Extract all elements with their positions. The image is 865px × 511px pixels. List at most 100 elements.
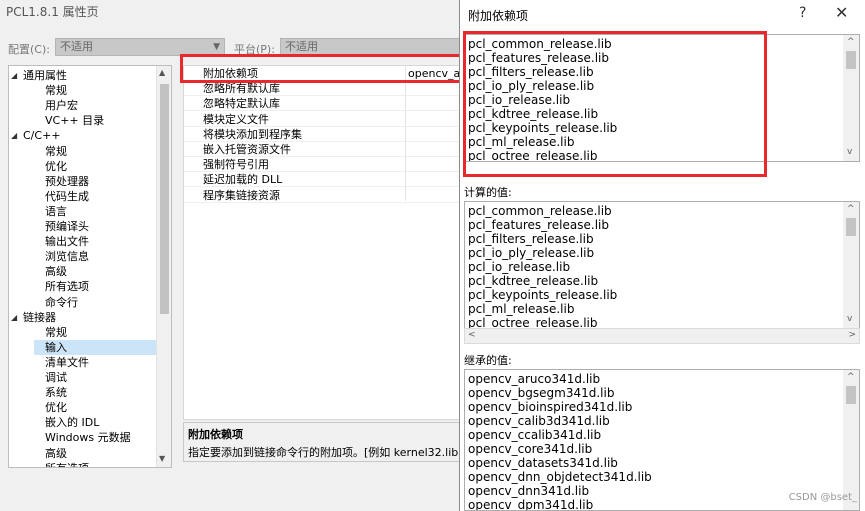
tree-item[interactable]: 输出文件	[34, 234, 156, 249]
tree-item[interactable]: 预处理器	[34, 174, 156, 189]
tree-item-label: 优化	[45, 159, 67, 173]
watermark: CSDN @bset_	[788, 492, 857, 503]
category-tree[interactable]: ◢ 通用属性 常规 用户宏 VC++ 目录 ◢ C/C++ 常规 优化 预处理器 代码生成 语言 预编译…	[8, 65, 172, 468]
expand-icon[interactable]: ◢	[11, 310, 21, 325]
tree-item[interactable]: 常规	[34, 325, 156, 340]
property-row[interactable]: 程序集链接资源	[184, 188, 462, 203]
tree-item[interactable]: 语言	[34, 204, 156, 219]
platform-label: 平台(P):	[234, 43, 275, 56]
property-name: 延迟加载的 DLL	[203, 173, 283, 187]
scroll-up-icon[interactable]: ▲	[159, 68, 165, 77]
property-row[interactable]: 强制符号引用	[184, 157, 462, 173]
property-row[interactable]: 忽略所有默认库	[184, 81, 462, 97]
property-row[interactable]: 延迟加载的 DLL	[184, 172, 462, 188]
tree-item[interactable]: 代码生成	[34, 189, 156, 204]
scrollbar-thumb[interactable]	[846, 51, 856, 69]
description-text: 指定要添加到链接命令行的附加项。[例如 kernel32.lib]	[188, 446, 463, 459]
tree-item[interactable]: 调试	[34, 370, 156, 385]
tree-item[interactable]: 高级	[34, 264, 156, 279]
property-row[interactable]: 嵌入托管资源文件	[184, 142, 462, 157]
tree-item[interactable]: 所有选项	[34, 461, 156, 467]
help-icon[interactable]: ?	[799, 5, 806, 21]
dependency-line[interactable]: pcl_common_release.lib	[465, 37, 859, 51]
scroll-up-icon[interactable]: ^	[847, 37, 855, 47]
tree-item[interactable]: 优化	[34, 400, 156, 415]
tree-item[interactable]: ◢ C/C++	[11, 128, 156, 143]
property-row[interactable]: 将模块添加到程序集	[184, 127, 462, 142]
tree-item-label: 预编译头	[45, 220, 89, 233]
scroll-down-icon[interactable]: v	[847, 147, 852, 157]
dependency-line[interactable]: pcl_kdtree_release.lib	[465, 107, 859, 121]
tree-item[interactable]: 高级	[34, 446, 156, 461]
scrollbar-thumb[interactable]	[160, 84, 169, 314]
tree-item-label: 优化	[45, 401, 67, 415]
scrollbar-thumb[interactable]	[846, 218, 856, 236]
computed-hscrollbar[interactable]: < >	[464, 328, 860, 344]
tree-item[interactable]: 常规	[34, 144, 156, 159]
computed-line: pcl_features_release.lib	[468, 218, 609, 232]
edit-scrollbar[interactable]: ^ v	[843, 35, 859, 161]
dialog-title: 附加依赖项	[468, 9, 529, 23]
tree-item-label: 代码生成	[45, 189, 89, 203]
dependency-line[interactable]: pcl_octree_release.lib	[465, 149, 859, 161]
property-row[interactable]: 模块定义文件	[184, 112, 462, 127]
tree-item-label: 浏览信息	[45, 250, 89, 264]
tree-item[interactable]: 优化	[34, 159, 156, 174]
tree-item[interactable]: 常规	[34, 83, 156, 98]
scroll-up-icon[interactable]: ^	[847, 204, 855, 214]
tree-item-label: 高级	[45, 265, 67, 279]
dependency-line[interactable]: pcl_keypoints_release.lib	[465, 121, 859, 135]
tree-item[interactable]: 预编译头	[34, 219, 156, 234]
dependency-line[interactable]: pcl_features_release.lib	[465, 51, 859, 65]
inherited-scrollbar[interactable]: ^	[843, 370, 859, 510]
dependency-line[interactable]: pcl_io_ply_release.lib	[465, 79, 859, 93]
tree-item[interactable]: 系统	[34, 385, 156, 400]
tree-item[interactable]: 所有选项	[34, 279, 156, 294]
dependency-line[interactable]: pcl_ml_release.lib	[465, 135, 859, 149]
computed-values-list: pcl_common_release.lib pcl_features_relea…	[464, 201, 860, 329]
computed-values-label: 计算的值:	[464, 186, 512, 199]
tree-item-label: 常规	[45, 84, 67, 98]
config-combo[interactable]: 不适用 ▼	[55, 38, 225, 56]
computed-line: pcl_common_release.lib	[468, 204, 612, 218]
expand-icon[interactable]: ◢	[11, 128, 21, 143]
tree-item[interactable]: 命令行	[34, 295, 156, 310]
tree-item[interactable]: ◢ 链接器	[11, 310, 156, 325]
property-row[interactable]: 忽略特定默认库	[184, 96, 462, 112]
dependencies-edit-box[interactable]: pcl_common_release.lib pcl_features_relea…	[464, 34, 860, 162]
tree-item[interactable]: 清单文件	[34, 355, 156, 370]
tree-item[interactable]: 嵌入的 IDL	[34, 415, 156, 430]
tree-item-label: 清单文件	[45, 355, 89, 369]
platform-combo[interactable]: 不适用	[280, 38, 460, 56]
scroll-down-icon[interactable]: ▼	[159, 454, 165, 463]
tree-item-label: 命令行	[45, 295, 78, 309]
property-row[interactable]: 附加依赖项 opencv_a	[184, 66, 462, 81]
tree-item-label: 系统	[45, 386, 67, 400]
tree-item[interactable]: 用户宏	[34, 98, 156, 113]
dependency-line[interactable]: pcl_io_release.lib	[465, 93, 859, 107]
tree-item-label: 语言	[45, 204, 67, 218]
property-name: 程序集链接资源	[203, 188, 280, 202]
scroll-left-icon[interactable]: <	[468, 330, 476, 340]
tree-item[interactable]: VC++ 目录	[34, 113, 156, 128]
description-title: 附加依赖项	[188, 428, 243, 441]
tree-item[interactable]: ◢ 通用属性	[11, 68, 156, 83]
dependency-line[interactable]: pcl_filters_release.lib	[465, 65, 859, 79]
computed-scrollbar[interactable]: ^ v	[843, 202, 859, 328]
description-panel: 附加依赖项 指定要添加到链接命令行的附加项。[例如 kernel32.lib]	[183, 422, 463, 462]
scrollbar-thumb[interactable]	[846, 386, 856, 404]
tree-hscrollbar[interactable]	[8, 468, 172, 482]
tree-item[interactable]: 输入	[34, 339, 156, 355]
scroll-right-icon[interactable]: >	[848, 330, 856, 340]
tree-item[interactable]: 浏览信息	[34, 249, 156, 264]
platform-value: 不适用	[285, 40, 318, 53]
property-name: 附加依赖项	[203, 67, 258, 80]
tree-scrollbar[interactable]: ▲ ▼	[156, 66, 171, 467]
inherited-line: opencv_ccalib341d.lib	[468, 428, 602, 442]
scroll-up-icon[interactable]: ^	[847, 372, 855, 382]
close-icon[interactable]: ✕	[835, 3, 848, 22]
expand-icon[interactable]: ◢	[11, 68, 21, 83]
tree-item[interactable]: Windows 元数据	[34, 430, 156, 445]
property-value[interactable]: opencv_a	[408, 66, 460, 81]
scroll-down-icon[interactable]: v	[847, 314, 852, 324]
